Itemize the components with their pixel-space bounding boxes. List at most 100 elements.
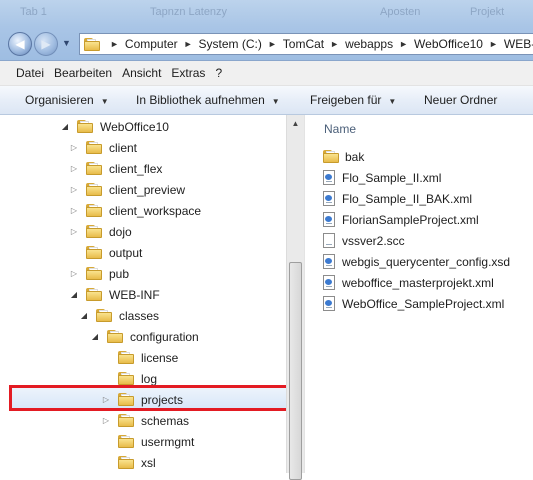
collapse-triangle-icon[interactable]: ◢ [78,311,90,320]
file-name: WebOffice_SampleProject.xml [342,296,505,311]
menu-help[interactable]: ? [215,66,222,80]
expand-triangle-icon[interactable]: ▷ [100,416,112,425]
menu-extras[interactable]: Extras [171,66,205,80]
tree-item-client[interactable]: ▷ client [68,137,137,158]
folder-icon [118,456,134,469]
dropdown-arrow-icon: ▼ [100,97,109,106]
chevron-right-icon[interactable]: ► [110,39,119,49]
chevron-right-icon[interactable]: ► [399,39,408,49]
file-item[interactable]: Flo_Sample_II_BAK.xml [323,188,472,209]
tree-scrollbar[interactable]: ▲ [286,115,304,480]
back-button[interactable]: ◀ [8,32,32,56]
file-name: vssver2.scc [342,233,405,248]
chevron-right-icon[interactable]: ► [489,39,498,49]
tree-item-pub[interactable]: ▷ pub [68,263,129,284]
scroll-up-icon[interactable]: ▲ [287,115,304,132]
breadcrumb-tomcat[interactable]: TomCat [283,37,324,51]
ghost-title-right2: Projekt [470,6,505,18]
column-header-name[interactable]: Name [324,122,356,136]
folder-icon [84,37,100,51]
file-name: webgis_querycenter_config.xsd [342,254,511,269]
file-name: FlorianSampleProject.xml [342,212,479,227]
recent-pages-dropdown-icon[interactable]: ▼ [62,38,71,48]
folder-icon [118,414,134,427]
breadcrumb-system-c[interactable]: System (C:) [199,37,262,51]
folder-icon [323,150,339,163]
chevron-right-icon[interactable]: ► [330,39,339,49]
folder-icon [86,141,102,154]
tree-item-configuration[interactable]: ◢ configuration [89,326,199,347]
tree-item-label: output [109,245,143,260]
scrollbar-thumb[interactable] [289,262,302,480]
dropdown-arrow-icon: ▼ [388,97,397,106]
forward-arrow-icon: ▶ [41,37,51,51]
tree-item-usermgmt[interactable]: usermgmt [100,431,194,452]
collapse-triangle-icon[interactable]: ◢ [59,122,71,131]
breadcrumb-webapps[interactable]: webapps [345,37,393,51]
breadcrumb-web-inf[interactable]: WEB- [504,37,533,51]
expand-triangle-icon[interactable]: ▷ [68,164,80,173]
folder-icon [86,267,102,280]
menu-ansicht[interactable]: Ansicht [122,66,161,80]
forward-button[interactable]: ▶ [34,32,58,56]
folder-icon [118,435,134,448]
share-with-button[interactable]: Freigeben für ▼ [310,93,396,107]
file-item[interactable]: bak [323,146,364,167]
include-in-library-label: In Bibliothek aufnehmen [136,93,265,107]
folder-icon [86,183,102,196]
file-item[interactable]: FlorianSampleProject.xml [323,209,479,230]
tree-item-xsl[interactable]: xsl [100,452,156,473]
xml-file-icon [323,190,336,207]
collapse-triangle-icon[interactable]: ◢ [68,290,80,299]
file-item[interactable]: WebOffice_SampleProject.xml [323,293,504,314]
command-bar: Organisieren ▼ In Bibliothek aufnehmen ▼ F… [0,86,533,115]
tree-item-client-preview[interactable]: ▷ client_preview [68,179,185,200]
folder-icon [96,309,112,322]
ghost-title-mid: Tapnzn Latenzy [150,6,228,18]
new-folder-button[interactable]: Neuer Ordner [424,93,497,107]
share-with-label: Freigeben für [310,93,382,107]
include-in-library-button[interactable]: In Bibliothek aufnehmen ▼ [136,93,280,107]
folder-icon [86,204,102,217]
organize-button[interactable]: Organisieren ▼ [25,93,109,107]
tree-item-label: log [141,371,158,386]
tree-item-label: schemas [141,413,190,428]
xml-file-icon [323,295,336,312]
tree-item-license[interactable]: license [100,347,178,368]
breadcrumb-weboffice10[interactable]: WebOffice10 [414,37,483,51]
collapse-triangle-icon[interactable]: ◢ [89,332,101,341]
file-item[interactable]: vssver2.scc [323,230,405,251]
xml-file-icon [323,169,336,186]
expand-triangle-icon[interactable]: ▷ [68,269,80,278]
tree-item-label: configuration [130,329,199,344]
file-item[interactable]: Flo_Sample_II.xml [323,167,441,188]
menu-bar: Datei Bearbeiten Ansicht Extras ? [0,61,533,86]
tree-item-schemas[interactable]: ▷ schemas [100,410,189,431]
tree-item-client-workspace[interactable]: ▷ client_workspace [68,200,201,221]
chevron-right-icon[interactable]: ► [268,39,277,49]
ghost-title-left: Tab 1 [20,6,47,18]
tree-item-label: dojo [109,224,132,239]
tree-item-output[interactable]: output [68,242,142,263]
folder-icon [86,162,102,175]
tree-item-label: pub [109,266,130,281]
breadcrumb-computer[interactable]: Computer [125,37,178,51]
chevron-right-icon[interactable]: ► [184,39,193,49]
tree-item-weboffice10[interactable]: ◢ WebOffice10 [59,116,169,137]
menu-datei[interactable]: Datei [16,66,44,80]
expand-triangle-icon[interactable]: ▷ [68,143,80,152]
tree-item-web-inf[interactable]: ◢ WEB-INF [68,284,160,305]
expand-triangle-icon[interactable]: ▷ [68,227,80,236]
folder-icon [118,351,134,364]
menu-bearbeiten[interactable]: Bearbeiten [54,66,112,80]
tree-item-dojo[interactable]: ▷ dojo [68,221,132,242]
expand-triangle-icon[interactable]: ▷ [68,206,80,215]
address-bar[interactable]: ► Computer ► System (C:) ► TomCat ► weba… [79,33,533,55]
file-item[interactable]: webgis_querycenter_config.xsd [323,251,510,272]
tree-item-client-flex[interactable]: ▷ client_flex [68,158,162,179]
file-item[interactable]: weboffice_masterprojekt.xml [323,272,494,293]
file-name: Flo_Sample_II.xml [342,170,442,185]
tree-item-classes[interactable]: ◢ classes [78,305,159,326]
dropdown-arrow-icon: ▼ [271,97,280,106]
expand-triangle-icon[interactable]: ▷ [68,185,80,194]
